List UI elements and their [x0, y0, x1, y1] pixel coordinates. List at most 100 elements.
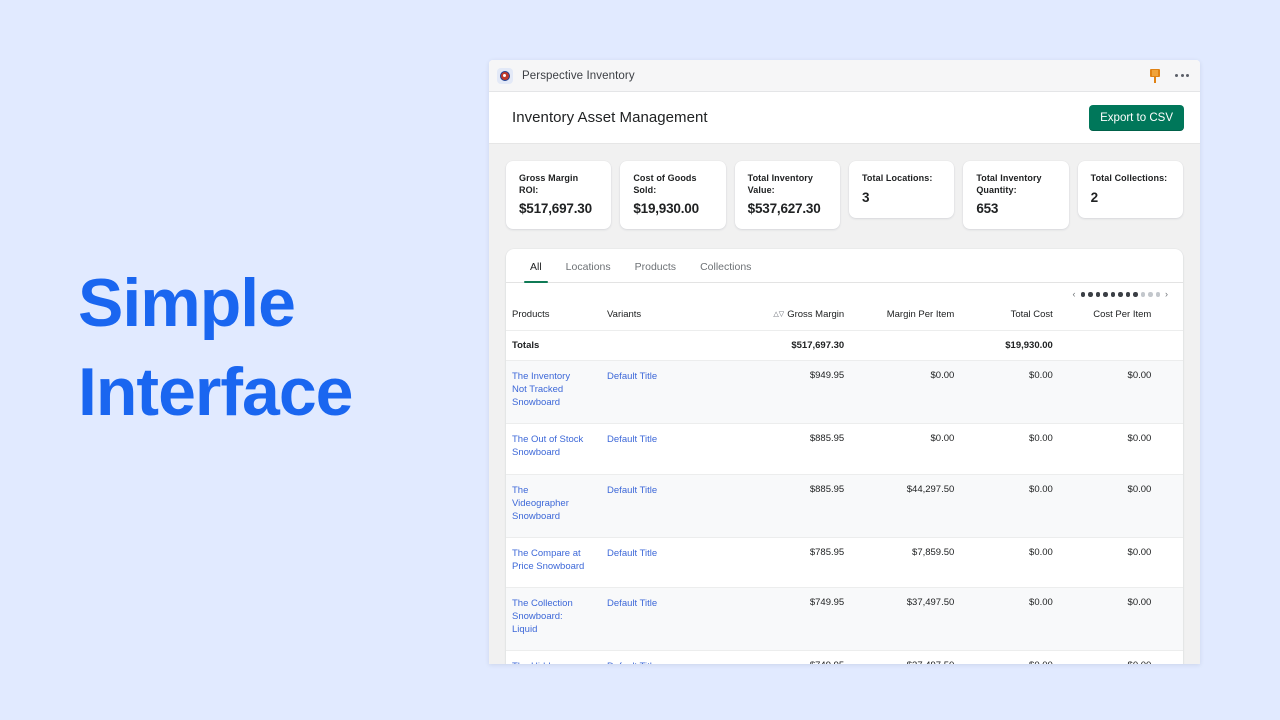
column-header-cost-per-item[interactable]: Cost Per Item: [1059, 301, 1158, 331]
cell-gross-margin: $749.95: [723, 651, 850, 664]
stat-value: $517,697.30: [519, 201, 592, 217]
cell-cost-per-item: $0.00: [1127, 546, 1152, 558]
stat-label: Total Inventory Value:: [747, 173, 813, 195]
tab-all[interactable]: All: [518, 261, 554, 284]
totals-cost-per-item: [1058, 330, 1158, 362]
cell-margin-per-item: $37,497.50: [850, 651, 960, 664]
cell-variant[interactable]: Default Title: [601, 424, 723, 474]
cell-product-name[interactable]: The Collection Snowboard: Liquid: [506, 588, 601, 651]
cell-cost-per-item: $0.00: [1127, 597, 1152, 609]
cell-cost-per-item: $0.00: [1127, 433, 1152, 445]
more-horizontal-icon[interactable]: [1175, 74, 1189, 77]
column-header-variants[interactable]: Variants: [601, 301, 723, 331]
column-header-total-cost[interactable]: Total Cost: [960, 301, 1059, 331]
table-row[interactable]: The Collection Snowboard: Liquid Default…: [506, 587, 1183, 651]
sort-icon: △▽: [773, 311, 785, 319]
cell-variant[interactable]: Default Title: [601, 537, 723, 587]
column-pager: ‹ ›: [506, 283, 1183, 301]
column-header-total-inventory[interactable]: Total In: [1157, 301, 1183, 331]
totals-margin-per-item: [850, 330, 961, 362]
column-header-margin-per-item[interactable]: Margin Per Item: [850, 301, 960, 331]
cell-variant[interactable]: Default Title: [601, 361, 723, 424]
stat-value: $19,930.00: [633, 201, 699, 217]
stat-label: Gross Margin ROI:: [519, 173, 579, 195]
pager-dot[interactable]: [1103, 292, 1108, 297]
cell-cost-per-item: $0.00: [1059, 651, 1158, 664]
cell-margin-per-item: $37,497.50: [906, 597, 955, 609]
cell-product-name[interactable]: The Out of Stock Snowboard: [506, 424, 601, 474]
stat-value: 653: [976, 201, 999, 217]
table-row[interactable]: The Compare at Price Snowboard Default T…: [506, 537, 1183, 588]
pager-dot[interactable]: [1148, 292, 1153, 297]
pager-dot[interactable]: [1080, 292, 1085, 297]
pager-dot[interactable]: [1118, 292, 1123, 297]
cell-product-name[interactable]: The Compare at Price Snowboard: [506, 537, 601, 587]
pager-prev-button[interactable]: ‹: [1072, 290, 1077, 299]
table-row[interactable]: The Hidden Snowboard Default Title $749.…: [506, 651, 1183, 664]
stat-card-row: Gross Margin ROI: $517,697.30 Cost of Go…: [506, 161, 1183, 230]
totals-total-inventory: $: [1157, 330, 1183, 362]
stat-value: 3: [861, 189, 870, 205]
cell-product-name[interactable]: The Videographer Snowboard: [506, 474, 601, 537]
cell-cost-per-item: $0.00: [1127, 483, 1152, 495]
table-row[interactable]: The Videographer Snowboard Default Title…: [506, 474, 1183, 538]
cell-total-inventory: [1157, 588, 1183, 651]
stat-card-gross-margin-roi: Gross Margin ROI: $517,697.30: [506, 161, 612, 230]
pager-dot[interactable]: [1125, 292, 1130, 297]
stat-card-total-inventory-value: Total Inventory Value: $537,627.30: [734, 161, 840, 230]
cell-product-name[interactable]: The Hidden Snowboard: [506, 651, 601, 664]
cell-total-cost: $0.00: [1029, 483, 1053, 495]
stat-label: Cost of Goods Sold:: [633, 173, 697, 195]
cell-total-cost: $0.00: [1029, 433, 1053, 445]
cell-total-cost: $0.00: [1029, 370, 1053, 382]
app-content: Gross Margin ROI: $517,697.30 Cost of Go…: [489, 144, 1200, 664]
cell-total-inventory: [1157, 651, 1183, 664]
cell-variant[interactable]: Default Title: [601, 651, 723, 664]
pin-icon[interactable]: [1149, 68, 1161, 83]
table-scroll-region[interactable]: Products Variants △▽ Gross Margin Margin …: [506, 301, 1183, 664]
table-body: The Inventory Not Tracked Snowboard Defa…: [506, 360, 1183, 664]
cell-variant[interactable]: Default Title: [601, 474, 723, 537]
tab-products[interactable]: Products: [623, 261, 688, 282]
stat-card-total-inventory-quantity: Total Inventory Quantity: 653: [963, 161, 1069, 230]
hero-line-2: Interface: [78, 353, 353, 430]
pager-dot[interactable]: [1140, 292, 1145, 297]
pager-dot[interactable]: [1155, 292, 1160, 297]
stat-card-total-locations: Total Locations: 3: [848, 161, 955, 218]
totals-total-cost: $19,930.00: [960, 330, 1059, 362]
cell-gross-margin: $885.95: [809, 483, 845, 495]
cell-total-cost: $0.00: [1029, 597, 1053, 609]
page-header: Inventory Asset Management Export to CSV: [489, 92, 1200, 144]
stat-label: Total Locations:: [861, 173, 933, 183]
export-to-csv-button[interactable]: Export to CSV: [1089, 104, 1184, 131]
app-name-label: Perspective Inventory: [522, 69, 635, 82]
cell-total-cost: $0.00: [1029, 546, 1053, 558]
pager-dot[interactable]: [1095, 292, 1100, 297]
cell-total-inventory: [1157, 361, 1183, 424]
table-row[interactable]: The Out of Stock Snowboard Default Title…: [506, 424, 1183, 475]
column-header-gross-margin[interactable]: △▽ Gross Margin: [723, 301, 850, 331]
totals-gross-margin: $517,697.30: [722, 330, 851, 362]
cell-gross-margin: $885.95: [809, 433, 845, 445]
cell-margin-per-item: $44,297.50: [906, 483, 955, 495]
hero-line-1: Simple: [78, 265, 296, 341]
table-row[interactable]: The Inventory Not Tracked Snowboard Defa…: [506, 360, 1183, 424]
hero-text: Simple Interface: [78, 265, 478, 430]
stat-label: Total Collections:: [1090, 173, 1168, 183]
pager-dot[interactable]: [1110, 292, 1115, 297]
table-totals: Totals $517,697.30 $19,930.00 $: [506, 330, 1183, 362]
cell-variant[interactable]: Default Title: [601, 588, 723, 651]
tab-locations[interactable]: Locations: [554, 261, 623, 282]
pager-dots: [1080, 292, 1160, 297]
tab-collections[interactable]: Collections: [688, 261, 763, 282]
table-header-row: Products Variants △▽ Gross Margin Margin …: [506, 301, 1183, 331]
pager-next-button[interactable]: ›: [1164, 290, 1169, 299]
pager-dot[interactable]: [1088, 292, 1093, 297]
cell-margin-per-item: $0.00: [930, 370, 955, 382]
column-header-products[interactable]: Products: [506, 301, 601, 331]
cell-total-inventory: [1157, 537, 1183, 587]
cell-margin-per-item: $7,859.50: [912, 546, 955, 558]
cell-gross-margin: $749.95: [809, 597, 845, 609]
pager-dot[interactable]: [1133, 292, 1138, 297]
cell-product-name[interactable]: The Inventory Not Tracked Snowboard: [506, 361, 601, 424]
